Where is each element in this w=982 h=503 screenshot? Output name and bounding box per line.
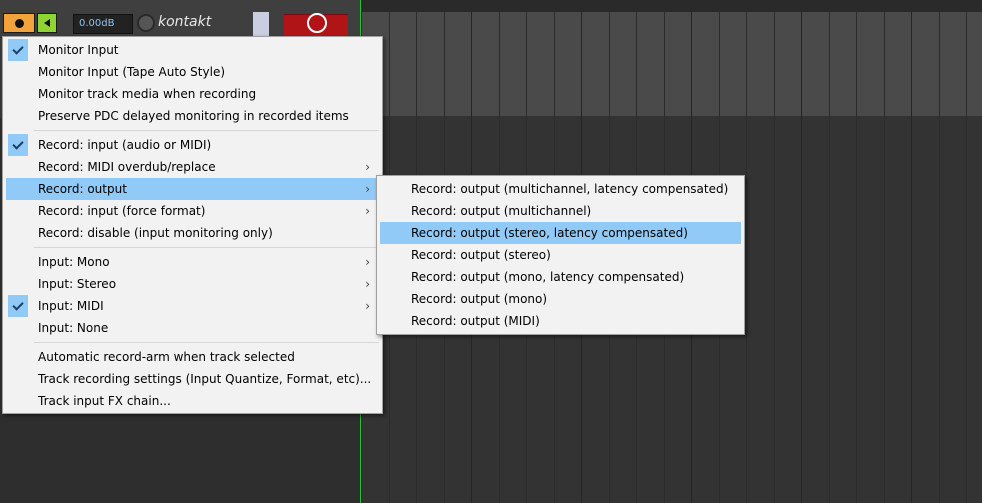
menu-item-label: Record: output bbox=[38, 182, 127, 196]
menu-item-label: Input: Stereo bbox=[38, 277, 117, 291]
menu-item-label: Input: None bbox=[38, 321, 109, 335]
submenu-arrow-icon: › bbox=[365, 204, 370, 218]
menu-separator bbox=[34, 130, 379, 131]
checkmark-icon bbox=[8, 39, 28, 61]
menu-item[interactable]: Track recording settings (Input Quantize… bbox=[6, 368, 379, 390]
check-area bbox=[8, 251, 28, 273]
checkmark-icon bbox=[8, 295, 28, 317]
menu-item[interactable]: Record: disable (input monitoring only) bbox=[6, 222, 379, 244]
submenu-arrow-icon: › bbox=[365, 277, 370, 291]
submenu-item-label: Record: output (mono) bbox=[411, 292, 548, 306]
grid-line bbox=[746, 12, 747, 503]
submenu-arrow-icon: › bbox=[365, 255, 370, 269]
menu-item[interactable]: Record: MIDI overdub/replace › bbox=[6, 156, 379, 178]
level-meter bbox=[253, 12, 269, 36]
check-area bbox=[8, 390, 28, 412]
menu-item[interactable]: Monitor track media when recording bbox=[6, 83, 379, 105]
submenu-arrow-icon: › bbox=[365, 299, 370, 313]
submenu-item[interactable]: Record: output (multichannel) bbox=[380, 200, 741, 222]
record-output-submenu: Record: output (multichannel, latency co… bbox=[376, 175, 745, 335]
menu-item[interactable]: Record: output › bbox=[6, 178, 379, 200]
check-area bbox=[8, 222, 28, 244]
check-area bbox=[8, 200, 28, 222]
submenu-item-label: Record: output (multichannel) bbox=[411, 204, 592, 218]
checkmark-icon bbox=[8, 134, 28, 156]
grid-line bbox=[938, 12, 940, 503]
speaker-icon bbox=[44, 19, 50, 27]
menu-item-label: Input: MIDI bbox=[38, 299, 104, 313]
menu-item[interactable]: Track input FX chain... bbox=[6, 390, 379, 412]
submenu-item[interactable]: Record: output (stereo) bbox=[380, 244, 741, 266]
menu-item[interactable]: Input: Mono › bbox=[6, 251, 379, 273]
plugin-logo-icon bbox=[307, 13, 327, 33]
menu-item-label: Input: Mono bbox=[38, 255, 110, 269]
grid-line bbox=[966, 12, 967, 503]
grid-line bbox=[773, 12, 775, 503]
plugin-thumbnail[interactable] bbox=[284, 13, 348, 37]
menu-item-label: Monitor Input (Tape Auto Style) bbox=[38, 65, 226, 79]
menu-item-label: Monitor Input bbox=[38, 43, 119, 57]
menu-item-label: Automatic record-arm when track selected bbox=[38, 350, 295, 364]
menu-item[interactable]: Record: input (audio or MIDI) bbox=[6, 134, 379, 156]
submenu-item[interactable]: Record: output (MIDI) bbox=[380, 310, 741, 332]
submenu-item-label: Record: output (MIDI) bbox=[411, 314, 540, 328]
submenu-item[interactable]: Record: output (multichannel, latency co… bbox=[380, 178, 741, 200]
menu-item[interactable]: Preserve PDC delayed monitoring in recor… bbox=[6, 105, 379, 127]
check-area bbox=[8, 178, 28, 200]
check-area bbox=[8, 61, 28, 83]
track-name[interactable]: kontakt bbox=[158, 14, 211, 30]
check-area bbox=[8, 83, 28, 105]
pan-knob[interactable] bbox=[137, 14, 155, 32]
menu-item-label: Track input FX chain... bbox=[38, 394, 171, 408]
check-area bbox=[8, 346, 28, 368]
menu-separator bbox=[34, 247, 379, 248]
submenu-item[interactable]: Record: output (mono, latency compensate… bbox=[380, 266, 741, 288]
grid-line bbox=[801, 12, 802, 503]
menu-item[interactable]: Record: input (force format) › bbox=[6, 200, 379, 222]
record-icon bbox=[14, 18, 24, 28]
submenu-item[interactable]: Record: output (mono) bbox=[380, 288, 741, 310]
submenu-item-label: Record: output (stereo) bbox=[411, 248, 551, 262]
track-header: 0.00dB kontakt bbox=[0, 0, 360, 38]
menu-item[interactable]: Input: None bbox=[6, 317, 379, 339]
submenu-arrow-icon: › bbox=[365, 160, 370, 174]
monitor-button[interactable] bbox=[37, 13, 57, 33]
check-area bbox=[8, 156, 28, 178]
check-area bbox=[8, 273, 28, 295]
grid-line bbox=[828, 12, 830, 503]
menu-item-label: Track recording settings (Input Quantize… bbox=[38, 372, 372, 386]
grid-line bbox=[911, 12, 912, 503]
record-context-menu: Monitor Input Monitor Input (Tape Auto St… bbox=[2, 36, 383, 414]
check-area bbox=[8, 105, 28, 127]
menu-item[interactable]: Monitor Input bbox=[6, 39, 379, 61]
menu-item-label: Record: input (force format) bbox=[38, 204, 206, 218]
track-lane[interactable] bbox=[361, 12, 982, 116]
menu-item[interactable]: Input: MIDI › bbox=[6, 295, 379, 317]
check-area bbox=[8, 317, 28, 339]
menu-item-label: Preserve PDC delayed monitoring in recor… bbox=[38, 109, 349, 123]
submenu-item-label: Record: output (mono, latency compensate… bbox=[411, 270, 685, 284]
volume-display[interactable]: 0.00dB bbox=[73, 14, 133, 34]
menu-item-label: Monitor track media when recording bbox=[38, 87, 257, 101]
grid-line bbox=[856, 12, 857, 503]
record-arm-button[interactable] bbox=[3, 13, 35, 33]
submenu-arrow-icon: › bbox=[365, 182, 370, 196]
submenu-item-label: Record: output (multichannel, latency co… bbox=[411, 182, 729, 196]
menu-separator bbox=[34, 342, 379, 343]
menu-item[interactable]: Monitor Input (Tape Auto Style) bbox=[6, 61, 379, 83]
grid-line bbox=[883, 12, 885, 503]
menu-item-label: Record: disable (input monitoring only) bbox=[38, 226, 273, 240]
menu-item[interactable]: Input: Stereo › bbox=[6, 273, 379, 295]
menu-item[interactable]: Automatic record-arm when track selected bbox=[6, 346, 379, 368]
submenu-item[interactable]: Record: output (stereo, latency compensa… bbox=[380, 222, 741, 244]
submenu-item-label: Record: output (stereo, latency compensa… bbox=[411, 226, 688, 240]
menu-item-label: Record: MIDI overdub/replace bbox=[38, 160, 216, 174]
menu-item-label: Record: input (audio or MIDI) bbox=[38, 138, 212, 152]
check-area bbox=[8, 368, 28, 390]
